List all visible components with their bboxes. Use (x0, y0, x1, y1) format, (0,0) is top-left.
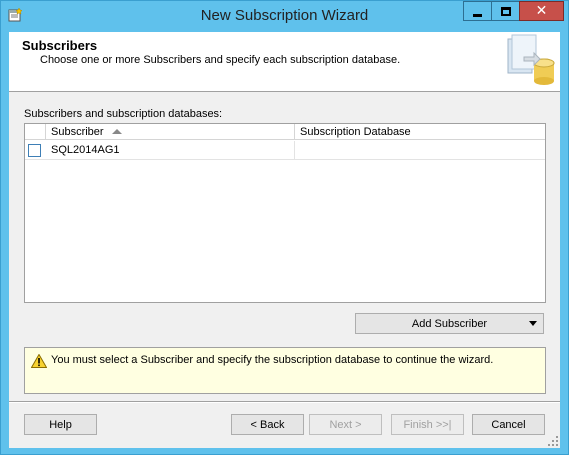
validation-message-text: You must select a Subscriber and specify… (51, 354, 494, 366)
row-select-cell (25, 141, 46, 160)
header-select-column[interactable] (25, 124, 46, 140)
subscription-database-cell[interactable] (295, 141, 545, 160)
next-button[interactable]: Next > (309, 414, 382, 435)
warning-icon (31, 354, 47, 368)
title-bar[interactable]: New Subscription Wizard ✕ (1, 1, 568, 31)
column-header-subscriber[interactable]: Subscriber (46, 124, 295, 140)
table-row[interactable]: SQL2014AG1 (25, 141, 545, 160)
page-title: Subscribers (22, 38, 98, 53)
column-header-subscriber-label: Subscriber (51, 126, 104, 138)
validation-message-box: You must select a Subscriber and specify… (24, 347, 546, 394)
maximize-icon (500, 6, 511, 16)
subscriber-checkbox[interactable] (28, 144, 41, 157)
add-subscriber-button[interactable]: Add Subscriber (355, 313, 544, 334)
close-icon: ✕ (535, 3, 548, 19)
wizard-header: Subscribers Choose one or more Subscribe… (9, 32, 560, 92)
close-button[interactable]: ✕ (519, 1, 564, 21)
sort-ascending-icon (112, 129, 122, 134)
maximize-button[interactable] (491, 1, 519, 21)
minimize-button[interactable] (463, 1, 491, 21)
subscribers-grid-label: Subscribers and subscription databases: (24, 108, 223, 120)
grid-header: Subscriber Subscription Database (25, 124, 545, 140)
minimize-icon (473, 13, 482, 17)
wizard-client-area: Subscribers Choose one or more Subscribe… (9, 32, 560, 448)
finish-button[interactable]: Finish >>| (391, 414, 464, 435)
page-subtitle: Choose one or more Subscribers and speci… (40, 54, 401, 66)
help-button[interactable]: Help (24, 414, 97, 435)
dropdown-arrow-icon[interactable] (529, 321, 537, 326)
wizard-window: New Subscription Wizard ✕ Subscribers Ch… (0, 0, 569, 455)
column-header-subscription-database[interactable]: Subscription Database (295, 124, 545, 140)
back-button[interactable]: < Back (231, 414, 304, 435)
cancel-button[interactable]: Cancel (472, 414, 545, 435)
add-subscriber-label: Add Subscriber (411, 317, 488, 330)
footer-divider (9, 401, 560, 403)
database-wizard-graphic (507, 34, 555, 85)
subscribers-grid[interactable]: Subscriber Subscription Database SQL2014… (24, 123, 546, 303)
column-header-database-label: Subscription Database (300, 126, 411, 138)
subscriber-cell[interactable]: SQL2014AG1 (46, 141, 295, 160)
resize-grip-icon[interactable] (548, 436, 558, 446)
